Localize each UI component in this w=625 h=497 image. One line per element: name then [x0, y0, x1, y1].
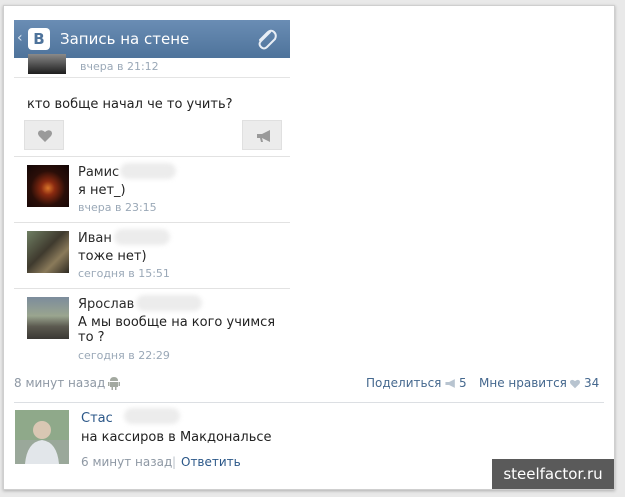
- screenshot-card: ‹ B Запись на стене вчера в 21:12 кто во…: [3, 5, 615, 490]
- reply-author[interactable]: Стас: [81, 411, 113, 426]
- back-chevron-icon[interactable]: ‹: [17, 30, 23, 46]
- megaphone-icon: [445, 379, 455, 388]
- reply-text: на кассиров в Макдональсе: [81, 430, 272, 445]
- heart-icon: [38, 130, 52, 142]
- blurred-surname: [124, 408, 180, 424]
- blurred-surname: [136, 295, 202, 311]
- divider: [14, 402, 604, 403]
- like-count: 34: [584, 376, 600, 390]
- avatar: [27, 297, 69, 339]
- phone-wall-post: ‹ B Запись на стене вчера в 21:12 кто во…: [14, 20, 290, 370]
- title-bar: ‹ B Запись на стене: [14, 20, 290, 58]
- comment-author[interactable]: Иван: [78, 231, 112, 246]
- separator: |: [172, 455, 177, 469]
- android-icon: [108, 377, 120, 390]
- comment-time: вчера в 21:12: [80, 60, 159, 73]
- comment-item: Иван тоже нет) сегодня в 15:51: [14, 222, 290, 288]
- comment-text: тоже нет): [78, 249, 147, 264]
- post-text: кто вобще начал че то учить?: [27, 97, 233, 112]
- watermark: steelfactor.ru: [492, 459, 614, 489]
- megaphone-icon: [257, 130, 270, 142]
- comment-author[interactable]: Рамис: [78, 165, 119, 180]
- comment-time: сегодня в 15:51: [78, 267, 170, 280]
- blurred-surname: [120, 163, 176, 179]
- reply-button[interactable]: Ответить: [181, 455, 241, 469]
- avatar: [27, 231, 69, 273]
- share-button[interactable]: [242, 120, 282, 150]
- reply-time: 6 минут назад: [81, 455, 173, 469]
- like-label[interactable]: Мне нравится: [479, 376, 567, 390]
- share-count: 5: [459, 376, 467, 390]
- blurred-surname: [114, 229, 170, 245]
- post-age: 8 минут назад: [14, 376, 106, 390]
- share-label[interactable]: Поделиться: [366, 376, 441, 390]
- previous-comment-strip: вчера в 21:12: [14, 54, 290, 78]
- comment-text: А мы вообще на кого учимся то ?: [78, 315, 276, 345]
- heart-icon: [570, 379, 580, 389]
- paperclip-icon[interactable]: [254, 26, 278, 52]
- avatar[interactable]: [15, 410, 69, 464]
- vk-logo-icon: B: [28, 28, 50, 50]
- like-button[interactable]: [24, 120, 64, 150]
- comment-item: Рамис я нет_) вчера в 23:15: [14, 156, 290, 222]
- page-title: Запись на стене: [60, 30, 190, 48]
- comment-time: сегодня в 22:29: [78, 349, 170, 362]
- comment-item: Ярослав А мы вообще на кого учимся то ? …: [14, 288, 290, 370]
- comment-text: я нет_): [78, 183, 126, 198]
- avatar: [27, 165, 69, 207]
- avatar: [28, 54, 66, 74]
- comment-time: вчера в 23:15: [78, 201, 157, 214]
- comment-author[interactable]: Ярослав: [78, 297, 134, 312]
